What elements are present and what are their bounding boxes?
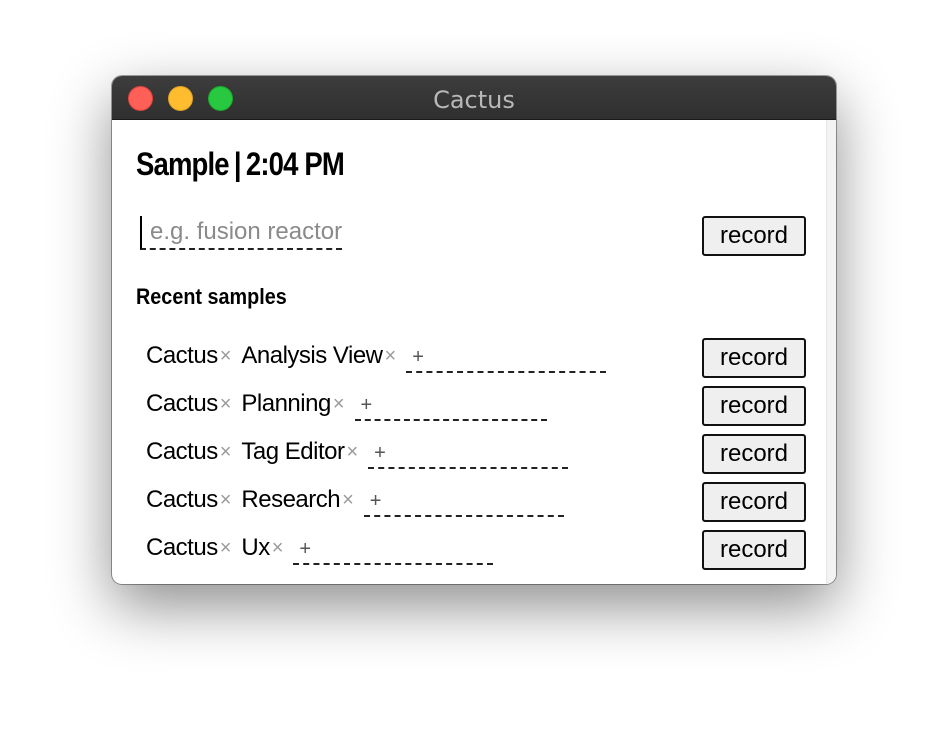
tag-label: Ux [241, 534, 270, 561]
remove-tag-icon[interactable]: × [385, 345, 397, 368]
recent-sample-row: Cactus × Planning × + [146, 386, 686, 422]
main-content: Sample|2:04 PM record Recent samples Cac… [112, 120, 836, 584]
tag: Analysis View × [241, 342, 406, 370]
record-button[interactable]: record [702, 434, 806, 474]
tag: Cactus × [146, 534, 241, 562]
recent-samples-heading: Recent samples [136, 284, 287, 309]
remove-tag-icon[interactable]: × [346, 441, 358, 464]
record-button[interactable]: record [702, 386, 806, 426]
recent-sample-row: Cactus × Analysis View × + [146, 338, 686, 374]
tag: Cactus × [146, 486, 241, 514]
remove-tag-icon[interactable]: × [333, 393, 345, 416]
tag-label: Research [241, 486, 341, 513]
remove-tag-icon[interactable]: × [272, 537, 284, 560]
add-tag-input[interactable]: + [354, 387, 547, 421]
remove-tag-icon[interactable]: × [220, 441, 232, 464]
new-sample-input[interactable] [140, 216, 342, 250]
tag-label: Analysis View [241, 342, 383, 369]
tag-label: Cactus [146, 342, 218, 369]
remove-tag-icon[interactable]: × [220, 393, 232, 416]
window-title: Cactus [433, 86, 515, 114]
remove-tag-icon[interactable]: × [220, 345, 232, 368]
tag: Research × [241, 486, 363, 514]
app-window: Cactus Sample|2:04 PM record Recent samp… [112, 76, 836, 584]
new-sample-record-button[interactable]: record [702, 216, 806, 256]
tag: Cactus × [146, 342, 241, 370]
tag-label: Cactus [146, 534, 218, 561]
add-tag-input[interactable]: + [363, 483, 564, 517]
add-tag-input[interactable]: + [293, 531, 494, 565]
recent-sample-row: Cactus × Research × + [146, 482, 686, 518]
tag: Cactus × [146, 390, 241, 418]
page-title-label: Sample [136, 146, 230, 182]
page-title-separator: | [233, 146, 242, 182]
recent-sample-row: Cactus × Tag Editor × + [146, 434, 686, 470]
record-button[interactable]: record [702, 482, 806, 522]
title-bar[interactable]: Cactus [112, 76, 836, 120]
add-tag-input[interactable]: + [406, 339, 607, 373]
add-tag-input[interactable]: + [368, 435, 569, 469]
tag: Tag Editor × [241, 438, 368, 466]
remove-tag-icon[interactable]: × [220, 489, 232, 512]
remove-tag-icon[interactable]: × [342, 489, 354, 512]
tag-label: Cactus [146, 390, 218, 417]
tag-label: Cactus [146, 438, 218, 465]
tag-label: Tag Editor [241, 438, 345, 465]
tag-label: Cactus [146, 486, 218, 513]
record-button[interactable]: record [702, 338, 806, 378]
page-title: Sample | 2:04 PM [136, 146, 345, 183]
record-button[interactable]: record [702, 530, 806, 570]
tag-label: Planning [241, 390, 331, 417]
recent-sample-row: Cactus × Ux × + [146, 530, 686, 566]
page-title-time: 2:04 PM [245, 146, 345, 182]
scrollbar[interactable] [826, 120, 836, 584]
remove-tag-icon[interactable]: × [220, 537, 232, 560]
tag: Cactus × [146, 438, 241, 466]
tag: Ux × [241, 534, 293, 562]
tag: Planning × [241, 390, 354, 418]
